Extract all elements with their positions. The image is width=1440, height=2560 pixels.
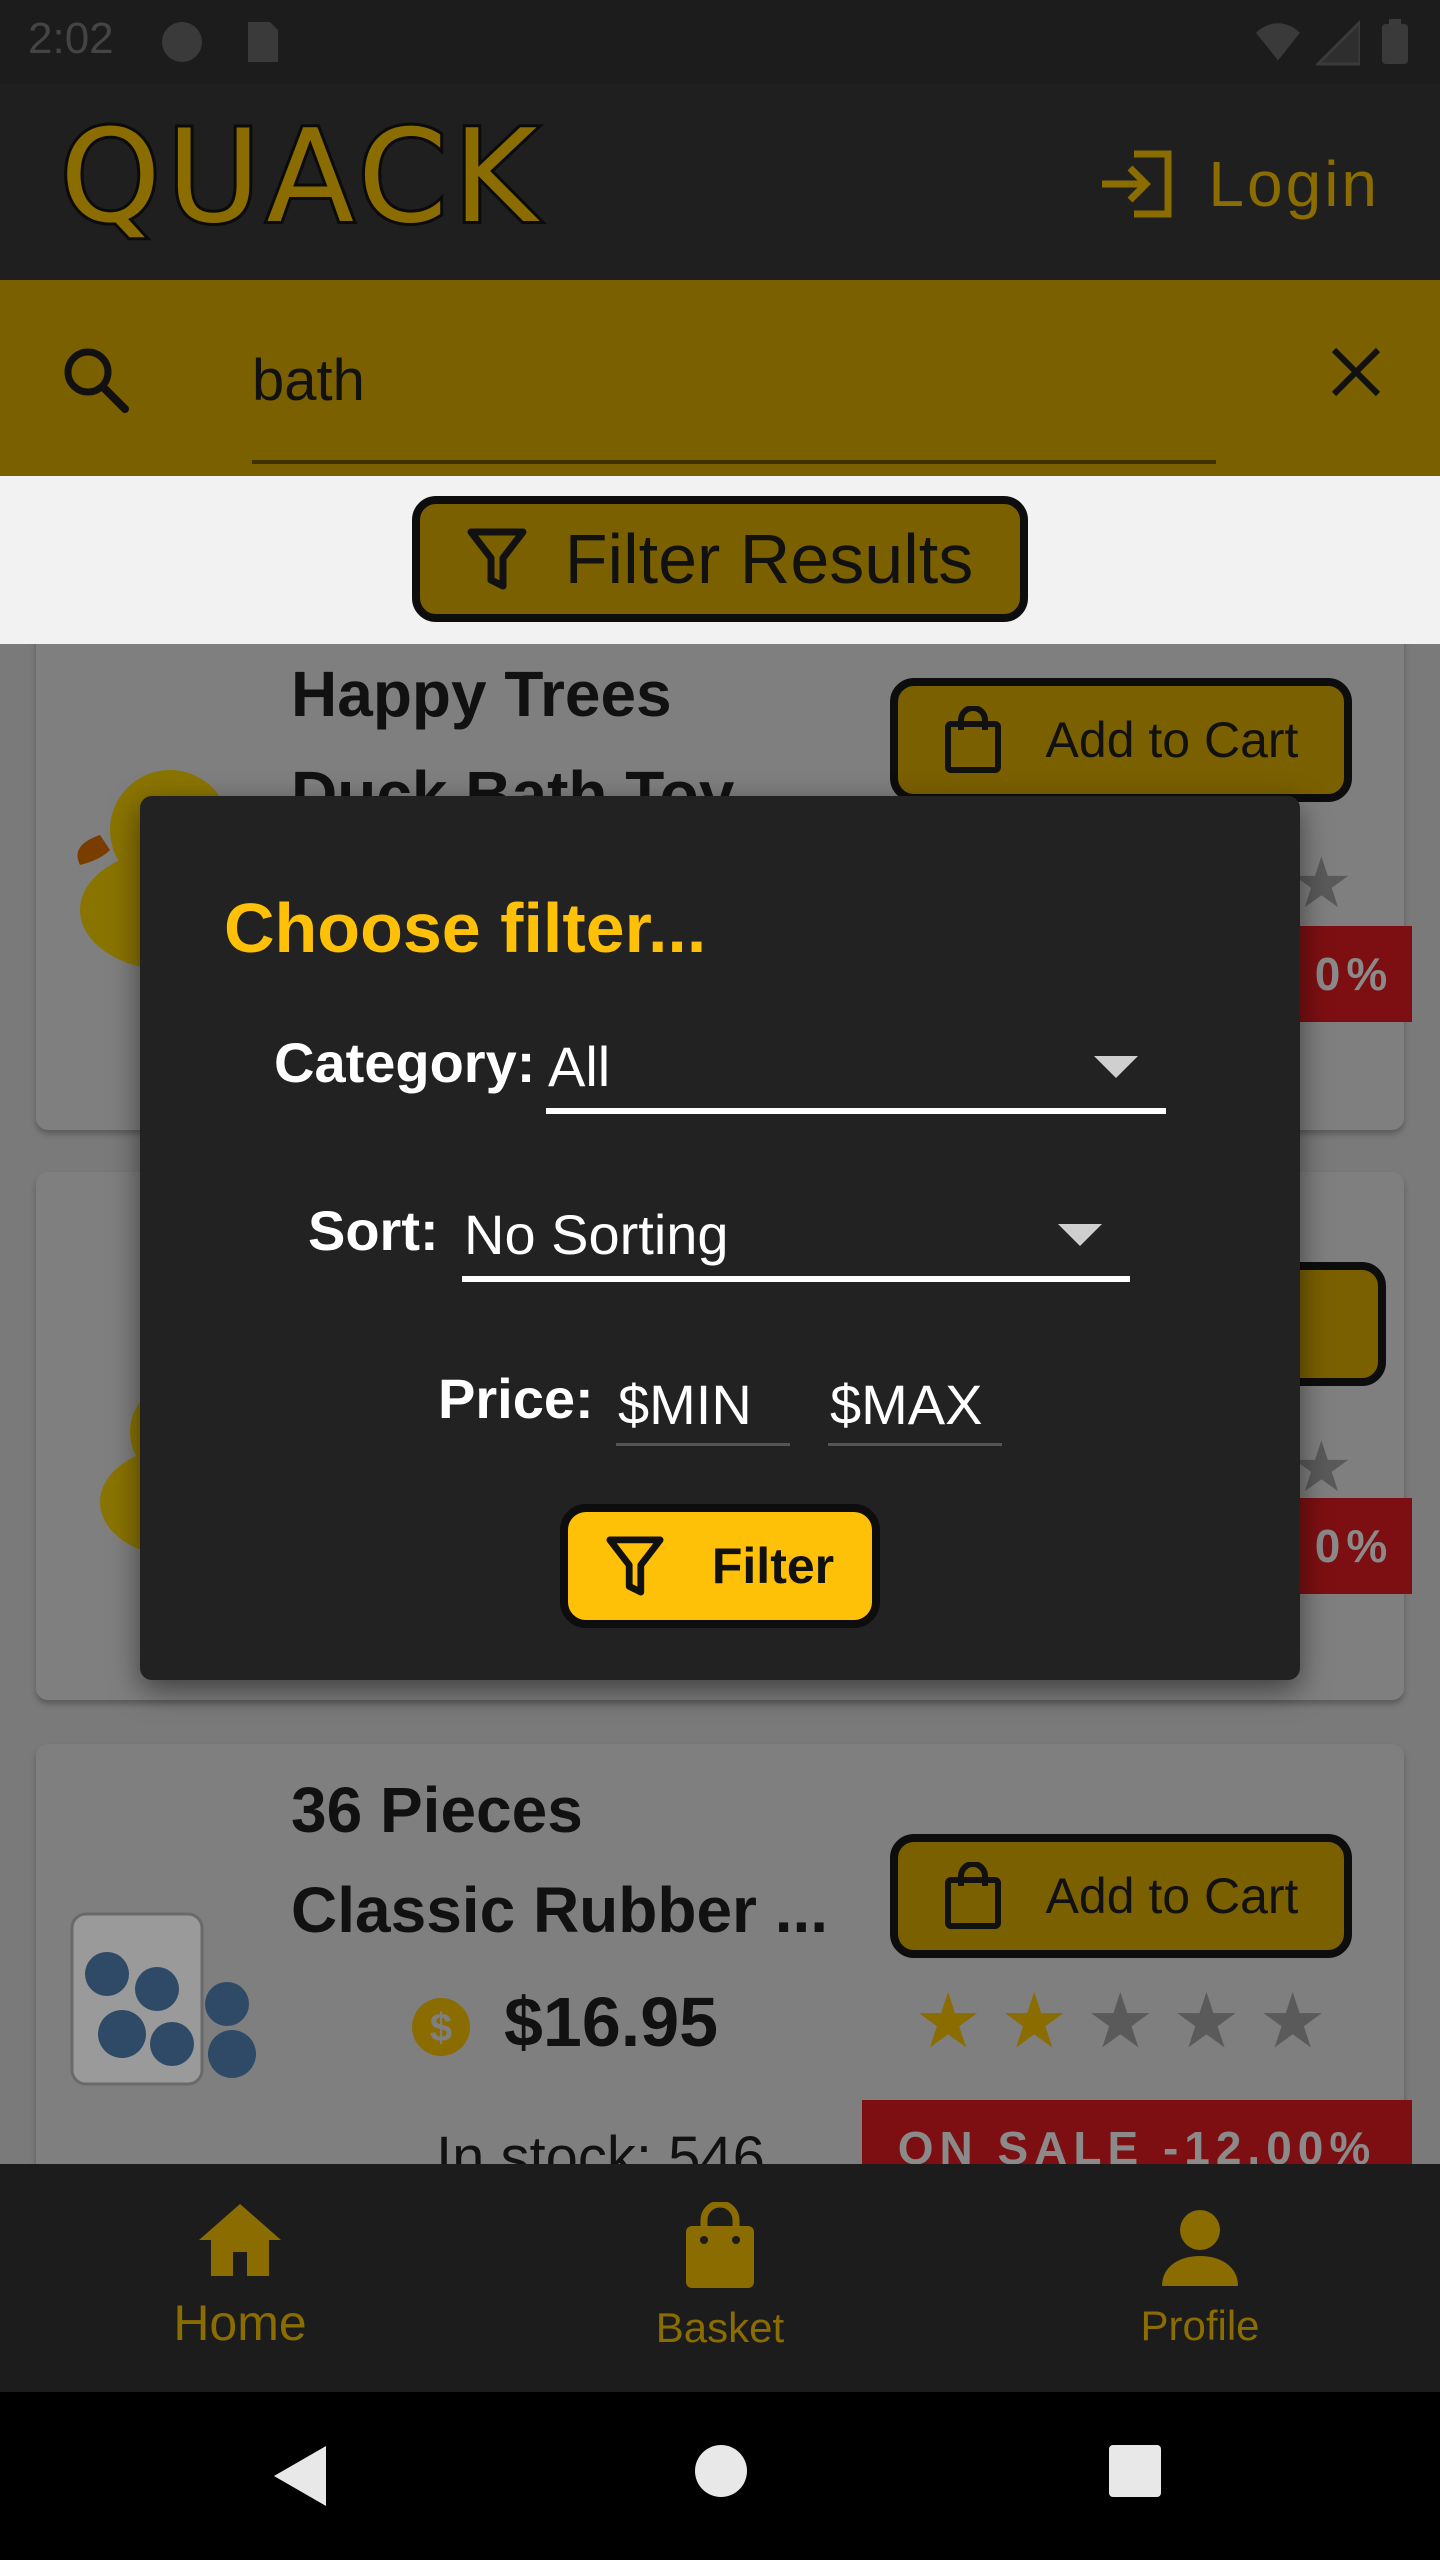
min-price-placeholder: $MIN (618, 1373, 752, 1436)
profile-icon (1162, 2210, 1238, 2286)
category-label: Category: (274, 1031, 536, 1094)
login-icon (1102, 150, 1172, 218)
min-price-input[interactable]: $MIN (616, 1346, 790, 1446)
price-label: Price: (438, 1367, 594, 1430)
search-icon[interactable] (60, 344, 132, 416)
sale-badge: 0% (1296, 926, 1412, 1022)
product-card[interactable]: 36 Pieces Classic Rubber ... Add to Cart… (36, 1744, 1412, 2164)
star-icon: ★ (1258, 1979, 1327, 2064)
add-to-cart-button[interactable]: Add to Cart (890, 1834, 1352, 1958)
nav-profile-label: Profile (1140, 2302, 1260, 2349)
search-input[interactable] (252, 342, 1216, 418)
max-price-input[interactable]: $MAX (828, 1346, 1002, 1446)
nav-basket-label: Basket (655, 2304, 785, 2351)
filter-results-button[interactable]: Filter Results (412, 496, 1028, 622)
add-to-cart-label: Add to Cart (1045, 712, 1299, 768)
nav-profile[interactable]: Profile (1050, 2208, 1350, 2350)
filter-results-label: Filter Results (564, 520, 974, 598)
sort-value: No Sorting (464, 1203, 729, 1266)
rating-stars: ★ ★ ★ ★ ★ (914, 1976, 1327, 2065)
apply-filter-button[interactable]: Filter (560, 1504, 880, 1628)
sort-label: Sort: (308, 1199, 439, 1262)
app-bar: QUACK Login (0, 84, 1440, 280)
add-to-cart-label: Add to Cart (1045, 1868, 1299, 1924)
back-icon[interactable] (272, 2444, 328, 2508)
star-icon: ★ (914, 1979, 983, 2064)
apply-filter-label: Filter (711, 1538, 835, 1594)
nav-home-label: Home (173, 2295, 307, 2351)
shopping-bag-icon (686, 2202, 754, 2288)
home-circle-icon[interactable] (694, 2444, 748, 2498)
svg-text:$: $ (430, 2006, 452, 2050)
app-logo: QUACK (57, 103, 544, 252)
search-bar (0, 280, 1440, 476)
category-value: All (548, 1035, 611, 1098)
product-title-line: Classic Rubber ... (291, 1874, 829, 1946)
dropdown-arrow-icon (1058, 1224, 1102, 1246)
login-button[interactable]: Login (1100, 144, 1380, 224)
recents-icon[interactable] (1108, 2444, 1162, 2498)
login-label: Login (1208, 148, 1380, 220)
wifi-icon (1256, 23, 1300, 61)
filter-dialog: Choose filter... Category: All Sort: No … (140, 796, 1300, 1680)
dialog-title: Choose filter... (224, 889, 707, 967)
star-icon: ★ (1172, 1979, 1241, 2064)
signal-icon (1316, 19, 1360, 66)
dropdown-arrow-icon (1094, 1056, 1138, 1078)
product-title-line: 36 Pieces (291, 1774, 583, 1846)
filter-icon (606, 1536, 664, 1596)
product-price: $16.95 (504, 1983, 719, 2061)
sale-badge: ON SALE -12.00% (862, 2100, 1412, 2164)
sd-card-icon (248, 22, 278, 62)
dollar-coin-icon: $ (412, 1998, 470, 2056)
category-select[interactable]: All (546, 1014, 1166, 1114)
product-title-line: Happy Trees (291, 658, 672, 730)
home-icon (199, 2204, 281, 2276)
search-underline (252, 460, 1216, 464)
filter-icon (467, 528, 527, 590)
add-to-cart-button[interactable]: Add to Cart (890, 678, 1352, 802)
nav-home[interactable]: Home (90, 2200, 390, 2352)
shopping-bag-icon (944, 1862, 1001, 1929)
star-icon: ★ (1000, 1979, 1069, 2064)
bottom-nav: Home Basket Profile (0, 2164, 1440, 2392)
nav-basket[interactable]: Basket (570, 2202, 870, 2352)
system-nav-bar (0, 2392, 1440, 2560)
clear-search-icon[interactable] (1328, 344, 1384, 400)
stock-count: In stock: 546 (436, 2125, 765, 2164)
star-icon: ★ (1086, 1979, 1155, 2064)
shopping-bag-icon (944, 706, 1001, 773)
battery-icon (1382, 19, 1408, 64)
sort-select[interactable]: No Sorting (462, 1182, 1130, 1282)
product-image (70, 1912, 256, 2086)
status-time: 2:02 (28, 14, 114, 63)
status-bar: 2:02 (0, 0, 1440, 84)
sale-badge: 0% (1296, 1498, 1412, 1594)
notification-icon (162, 22, 202, 62)
max-price-placeholder: $MAX (830, 1373, 983, 1436)
